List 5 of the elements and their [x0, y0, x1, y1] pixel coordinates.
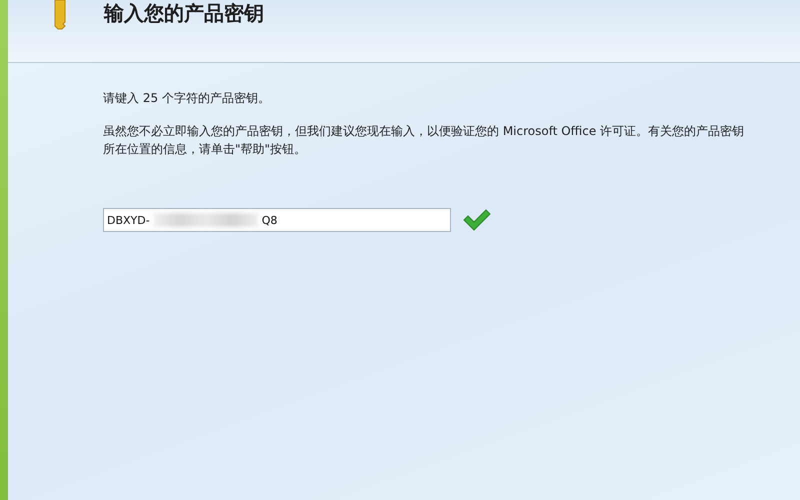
- product-key-field[interactable]: DBXYD- Q8: [103, 208, 451, 232]
- instruction-text: 请键入 25 个字符的产品密钥。: [103, 90, 271, 107]
- explanation-text: 虽然您不必立即输入您的产品密钥，但我们建议您现在输入，以便验证您的 Microsoft Office 许可证。有关您的产品密钥所在位置的信息，请单击"帮助"按钮。: [103, 123, 746, 158]
- page-title: 输入您的产品密钥: [104, 0, 264, 27]
- key-icon: [52, 0, 68, 30]
